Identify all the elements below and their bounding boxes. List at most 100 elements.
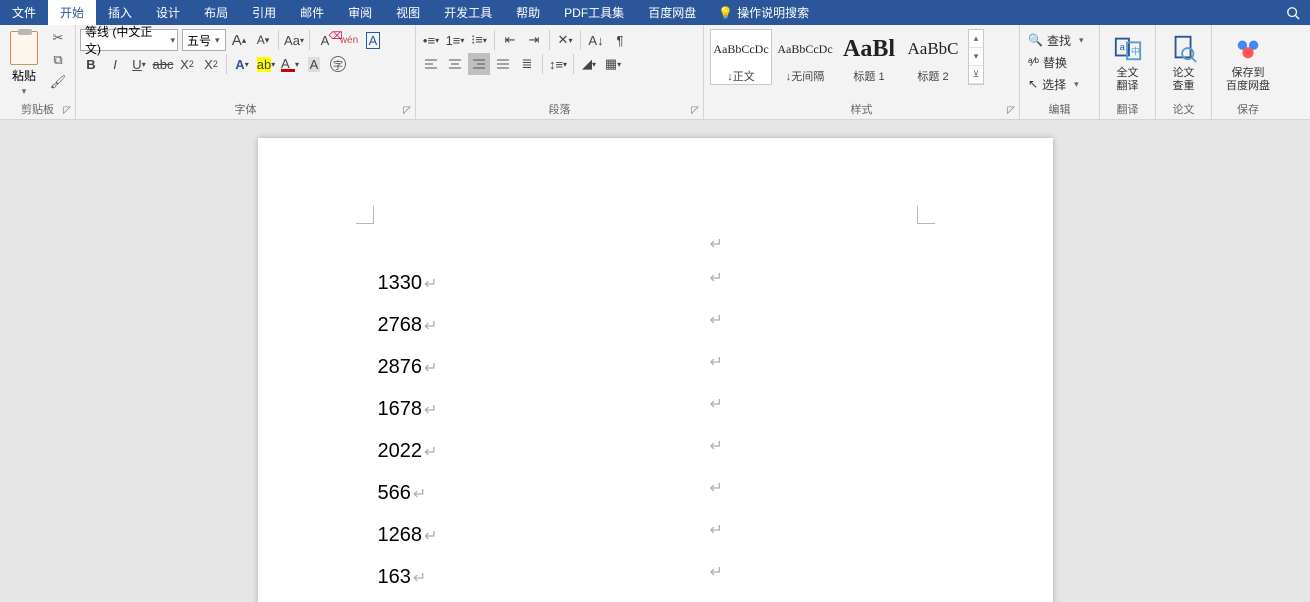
style-heading2[interactable]: AaBbC 标题 2 <box>902 29 964 85</box>
styles-gallery: AaBbCcDc ↓正文 AaBbCcDc ↓无间隔 AaBl 标题 1 AaB… <box>708 27 966 87</box>
paste-button[interactable]: 粘贴 ▾ <box>4 27 44 97</box>
increase-indent-button[interactable]: ⇥ <box>523 29 545 51</box>
paper-label: 论文 <box>1160 103 1207 119</box>
font-size-combo[interactable]: 五号▾ <box>182 29 226 51</box>
tab-home[interactable]: 开始 <box>48 0 96 25</box>
document-canvas[interactable]: ↵ 1330↵↵ 2768↵↵ 2876↵↵ 1678↵↵ 2022↵↵ 566… <box>0 120 1310 602</box>
strikethrough-button[interactable]: abc <box>152 53 174 75</box>
tab-references[interactable]: 引用 <box>240 0 288 25</box>
group-save: 保存到 百度网盘 保存 <box>1212 25 1284 119</box>
line-spacing-button[interactable]: ↕≡▾ <box>547 53 569 75</box>
char-border-button[interactable]: A <box>362 29 384 51</box>
translate-icon: a中 <box>1113 33 1143 63</box>
underline-button[interactable]: U▾ <box>128 53 150 75</box>
paste-label: 粘贴 <box>12 67 36 84</box>
svg-text:中: 中 <box>1130 46 1139 57</box>
italic-button[interactable]: I <box>104 53 126 75</box>
ribbon: 粘贴 ▾ ✂ ⧉ 🖌 剪贴板 ◸ 等线 (中文正文)▾ 五号▾ A▴ A▾ Aa… <box>0 25 1310 120</box>
text-value: 2876 <box>378 356 423 378</box>
cut-button[interactable]: ✂ <box>46 27 70 49</box>
margin-corner-top-right <box>917 206 935 224</box>
select-button[interactable]: ↖选择▾ <box>1024 73 1083 95</box>
gallery-down-icon[interactable]: ▾ <box>969 48 983 66</box>
decrease-indent-button[interactable]: ⇤ <box>499 29 521 51</box>
group-styles: AaBbCcDc ↓正文 AaBbCcDc ↓无间隔 AaBl 标题 1 AaB… <box>704 25 1020 119</box>
paper-check-button[interactable]: 论文 查重 <box>1160 27 1207 93</box>
justify-button[interactable] <box>492 53 514 75</box>
style-normal[interactable]: AaBbCcDc ↓正文 <box>710 29 772 85</box>
asian-layout-button[interactable]: ✕▾ <box>554 29 576 51</box>
text-value: 2768 <box>378 314 423 336</box>
multilevel-button[interactable]: ⁝≡▾ <box>468 29 490 51</box>
menu-bar: 文件 开始 插入 设计 布局 引用 邮件 审阅 视图 开发工具 帮助 PDF工具… <box>0 0 1310 25</box>
tab-review[interactable]: 审阅 <box>336 0 384 25</box>
replace-button[interactable]: ᵃ⁄ᵇ替换 <box>1024 51 1071 73</box>
font-launcher[interactable]: ◸ <box>401 105 413 117</box>
superscript-button[interactable]: X2 <box>200 53 222 75</box>
gallery-up-icon[interactable]: ▴ <box>969 30 983 48</box>
bold-button[interactable]: B <box>80 53 102 75</box>
show-marks-button[interactable]: ¶ <box>609 29 631 51</box>
align-center-button[interactable] <box>444 53 466 75</box>
baidu-cloud-icon <box>1233 33 1263 63</box>
font-color-button[interactable]: A▾ <box>279 53 301 75</box>
translate-button[interactable]: a中 全文 翻译 <box>1104 27 1151 93</box>
text-value: 1268 <box>378 524 423 546</box>
gallery-more-icon[interactable]: ⊻ <box>969 66 983 84</box>
font-name-combo[interactable]: 等线 (中文正文)▾ <box>80 29 178 51</box>
tell-me[interactable]: 💡 操作说明搜索 <box>708 0 819 25</box>
subscript-button[interactable]: X2 <box>176 53 198 75</box>
replace-icon: ᵃ⁄ᵇ <box>1028 55 1039 69</box>
save-baidu-button[interactable]: 保存到 百度网盘 <box>1216 27 1280 93</box>
text-value: 163 <box>378 566 411 588</box>
translate-label: 翻译 <box>1104 103 1151 119</box>
page[interactable]: ↵ 1330↵↵ 2768↵↵ 2876↵↵ 1678↵↵ 2022↵↵ 566… <box>258 138 1053 602</box>
tab-developer[interactable]: 开发工具 <box>432 0 504 25</box>
text-value: 566 <box>378 482 411 504</box>
document-body[interactable]: ↵ 1330↵↵ 2768↵↵ 2876↵↵ 1678↵↵ 2022↵↵ 566… <box>378 228 933 602</box>
paragraph-label: 段落 <box>420 103 699 119</box>
borders-button[interactable]: ▦▾ <box>602 53 624 75</box>
style-no-spacing[interactable]: AaBbCcDc ↓无间隔 <box>774 29 836 85</box>
style-heading1[interactable]: AaBl 标题 1 <box>838 29 900 85</box>
clipboard-launcher[interactable]: ◸ <box>61 105 73 117</box>
tab-layout[interactable]: 布局 <box>192 0 240 25</box>
tab-mailings[interactable]: 邮件 <box>288 0 336 25</box>
search-icon[interactable] <box>1276 0 1310 25</box>
clear-format-button[interactable]: A⌫ <box>314 29 336 51</box>
format-painter-button[interactable]: 🖌 <box>46 71 70 93</box>
group-font: 等线 (中文正文)▾ 五号▾ A▴ A▾ Aa▾ A⌫ wén A B I U▾… <box>76 25 416 119</box>
sort-button[interactable]: A↓ <box>585 29 607 51</box>
tab-insert[interactable]: 插入 <box>96 0 144 25</box>
distributed-button[interactable]: ≣ <box>516 53 538 75</box>
grow-font-button[interactable]: A▴ <box>228 29 250 51</box>
highlight-button[interactable]: ab▾ <box>255 53 277 75</box>
shrink-font-button[interactable]: A▾ <box>252 29 274 51</box>
styles-launcher[interactable]: ◸ <box>1005 105 1017 117</box>
paragraph-launcher[interactable]: ◸ <box>689 105 701 117</box>
bullets-button[interactable]: •≡▾ <box>420 29 442 51</box>
group-paper: 论文 查重 论文 <box>1156 25 1212 119</box>
search-icon: 🔍 <box>1028 33 1043 47</box>
find-button[interactable]: 🔍查找▾ <box>1024 29 1088 51</box>
editing-label: 编辑 <box>1024 103 1095 119</box>
tab-view[interactable]: 视图 <box>384 0 432 25</box>
margin-corner-top-left <box>356 206 374 224</box>
align-left-button[interactable] <box>420 53 442 75</box>
copy-button[interactable]: ⧉ <box>46 49 70 71</box>
tab-help[interactable]: 帮助 <box>504 0 552 25</box>
text-effects-button[interactable]: A▾ <box>231 53 253 75</box>
document-search-icon <box>1169 33 1199 63</box>
tab-design[interactable]: 设计 <box>144 0 192 25</box>
shading-button[interactable]: ◢▾ <box>578 53 600 75</box>
styles-gallery-scroll[interactable]: ▴ ▾ ⊻ <box>968 29 984 85</box>
char-shading-button[interactable]: A <box>303 53 325 75</box>
tab-pdf[interactable]: PDF工具集 <box>552 0 636 25</box>
group-editing: 🔍查找▾ ᵃ⁄ᵇ替换 ↖选择▾ 编辑 <box>1020 25 1100 119</box>
numbering-button[interactable]: 1≡▾ <box>444 29 466 51</box>
change-case-button[interactable]: Aa▾ <box>283 29 305 51</box>
tab-file[interactable]: 文件 <box>0 0 48 25</box>
tab-baidu[interactable]: 百度网盘 <box>636 0 708 25</box>
enclose-char-button[interactable]: 字 <box>327 53 349 75</box>
align-right-button[interactable] <box>468 53 490 75</box>
